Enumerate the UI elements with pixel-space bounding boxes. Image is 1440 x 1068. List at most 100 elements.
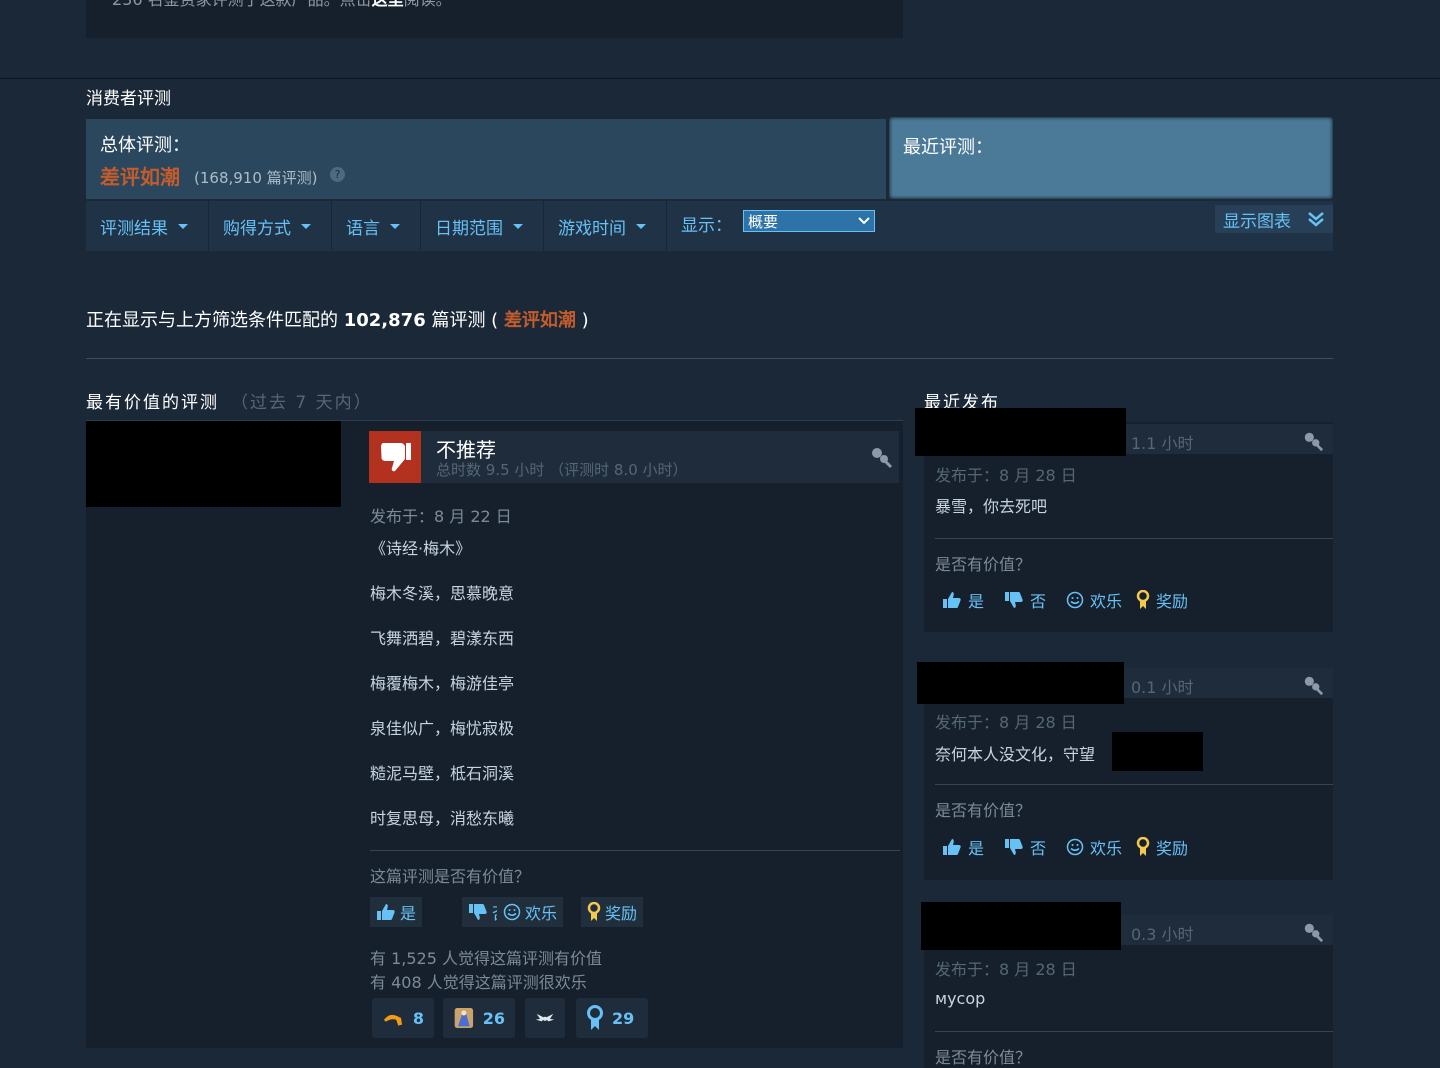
ribbon-award-icon xyxy=(587,1005,603,1030)
recent-review-text: мусор xyxy=(935,989,986,1008)
recent-review-date: 发布于：8 月 28 日 xyxy=(935,466,1077,485)
filter-summary-close: ) xyxy=(581,310,589,331)
curator-text: 236 名鉴赏家评测了这款产品。点击这里阅读。 xyxy=(112,0,452,10)
vote-yes-label: 是 xyxy=(968,839,985,858)
award-icon[interactable] xyxy=(869,445,893,469)
filter-playtime[interactable]: 游戏时间 xyxy=(544,201,667,251)
recent-review-question: 是否有价值？ xyxy=(935,555,1032,574)
vote-no-button[interactable]: 否 xyxy=(1004,588,1046,612)
overall-rating[interactable]: 差评如潮 xyxy=(100,161,180,190)
found-helpful: 有 1,525 人觉得这篇评测有价值 xyxy=(370,949,602,968)
found-funny: 有 408 人觉得这篇评测很欢乐 xyxy=(370,973,587,992)
award-icon[interactable] xyxy=(1302,674,1324,696)
recent-review-rule xyxy=(935,538,1333,539)
main-review: 不推荐 总时数 9.5 小时 （评测时 8.0 小时） 发布于：8 月 22 日… xyxy=(86,421,903,1048)
caret-down-icon xyxy=(301,223,311,229)
vote-yes-label: 是 xyxy=(400,904,417,923)
vote-no-button[interactable]: 否 xyxy=(1004,835,1046,859)
recent-review-hours: 0.3 小时 xyxy=(1131,925,1194,944)
reviewer-redacted xyxy=(86,421,341,507)
vote-funny-button[interactable]: 欢乐 xyxy=(497,897,564,927)
reviewer-redacted xyxy=(917,662,1124,704)
vote-award-button[interactable]: 奖励 xyxy=(581,897,644,927)
thumbs-down-tile xyxy=(369,431,421,483)
award-pill[interactable] xyxy=(525,998,565,1038)
ribbon-icon xyxy=(1136,837,1150,856)
vote-award-label: 奖励 xyxy=(1156,592,1189,611)
vote-award-button[interactable]: 奖励 xyxy=(1136,588,1188,612)
recent-review-question: 是否有价值？ xyxy=(935,801,1032,820)
review-line: 泉佳似广，梅忧寂极 xyxy=(370,719,515,738)
show-graph-button[interactable]: 显示图表 xyxy=(1215,205,1333,233)
review-line: 梅覆梅木，梅游佳亭 xyxy=(370,674,515,693)
vote-funny-label: 欢乐 xyxy=(1090,839,1123,858)
help-icon[interactable]: ? xyxy=(330,167,345,182)
filter-summary: 正在显示与上方筛选条件匹配的 102,876 篇评测 ( 差评如潮 ) xyxy=(86,306,589,332)
display-select-value: 概要 xyxy=(748,212,779,231)
caret-down-icon xyxy=(513,223,523,229)
overall-count: (168,910 篇评测) xyxy=(194,169,318,187)
smiley-icon xyxy=(1066,591,1084,609)
filter-summary-count: 102,876 xyxy=(343,310,426,331)
display-label: 显示： xyxy=(681,216,732,236)
curator-link[interactable]: 这里 xyxy=(372,0,404,9)
overall-label: 总体评测： xyxy=(100,135,190,156)
vote-award-label: 奖励 xyxy=(1156,839,1189,858)
thumbs-down-icon xyxy=(469,904,487,920)
award-count: 29 xyxy=(612,1008,635,1028)
review-posted-date: 发布于：8 月 22 日 xyxy=(370,507,512,526)
vote-funny-button[interactable]: 欢乐 xyxy=(1066,835,1122,859)
filter-date-range[interactable]: 日期范围 xyxy=(421,201,544,251)
caret-down-icon xyxy=(178,223,188,229)
recent-summary: 最近评测： xyxy=(889,117,1333,199)
caret-down-icon xyxy=(390,223,400,229)
thumbs-up-icon xyxy=(943,592,961,608)
filter-review-type[interactable]: 评测结果 xyxy=(86,201,209,251)
recent-review-date: 发布于：8 月 28 日 xyxy=(935,713,1077,732)
vote-no-label: 否 xyxy=(1030,592,1047,611)
award-icon[interactable] xyxy=(1302,921,1324,943)
recent-review-text: 暴雪，你去死吧 xyxy=(935,497,1048,516)
chevron-double-down-icon xyxy=(1308,212,1324,227)
helpful-subtitle: （过去 7 天内） xyxy=(231,393,373,413)
thumbs-up-icon xyxy=(943,839,961,855)
curator-text-prefix: 236 名鉴赏家评测了这款产品。点击 xyxy=(112,0,372,9)
award-count: 26 xyxy=(482,1008,505,1028)
display-select[interactable]: 概要 xyxy=(743,210,875,232)
recent-review-hours: 1.1 小时 xyxy=(1131,434,1194,453)
overall-summary: 总体评测： 差评如潮 (168,910 篇评测) ? xyxy=(86,117,886,199)
award-pill[interactable]: 29 xyxy=(576,998,648,1038)
vote-yes-button[interactable]: 是 xyxy=(942,835,984,859)
helpful-title-text: 最有价值的评测 xyxy=(86,393,219,413)
reviewer-redacted xyxy=(921,902,1121,950)
helpful-question: 这篇评测是否有价值？ xyxy=(370,867,531,886)
chevron-down-icon xyxy=(858,217,870,225)
review-hours: 总时数 9.5 小时 （评测时 8.0 小时） xyxy=(436,461,688,479)
review-line: 糙泥马壁，柢石洞溪 xyxy=(370,764,515,783)
filter-language[interactable]: 语言 xyxy=(332,201,421,251)
award-pill[interactable]: 26 xyxy=(443,998,515,1038)
vote-yes-button[interactable]: 是 xyxy=(370,897,423,927)
filter-purchase-type[interactable]: 购得方式 xyxy=(209,201,332,251)
golden-hand-award-icon xyxy=(383,1014,403,1026)
recent-review-votes: 是 否 欢乐 奖励 xyxy=(942,588,1188,612)
vote-funny-button[interactable]: 欢乐 xyxy=(1066,588,1122,612)
vote-yes-button[interactable]: 是 xyxy=(942,588,984,612)
thumbs-down-icon xyxy=(1005,592,1023,608)
curator-text-suffix: 阅读。 xyxy=(404,0,452,9)
smiley-icon xyxy=(503,903,521,921)
review-line: 时复思母，消愁东曦 xyxy=(370,809,515,828)
vote-award-button[interactable]: 奖励 xyxy=(1136,835,1188,859)
section-title: 消费者评测 xyxy=(86,89,171,109)
helpful-title: 最有价值的评测 （过去 7 天内） xyxy=(86,388,373,413)
review-line: 梅木冬溪，思慕晚意 xyxy=(370,584,515,603)
recent-review-rule xyxy=(935,784,1333,785)
filter-label: 游戏时间 xyxy=(558,218,626,239)
award-pill[interactable]: 8 xyxy=(372,998,434,1038)
recent-review-card: 1.1 小时 发布于：8 月 28 日 暴雪，你去死吧 是否有价值？ 是 否 欢… xyxy=(915,408,1333,632)
thumbs-up-icon xyxy=(377,904,395,920)
award-icon[interactable] xyxy=(1302,430,1324,452)
vote-no-label: 否 xyxy=(1030,839,1047,858)
review-vote-header[interactable]: 不推荐 总时数 9.5 小时 （评测时 8.0 小时） xyxy=(369,431,899,483)
thumbs-down-icon xyxy=(381,443,411,472)
